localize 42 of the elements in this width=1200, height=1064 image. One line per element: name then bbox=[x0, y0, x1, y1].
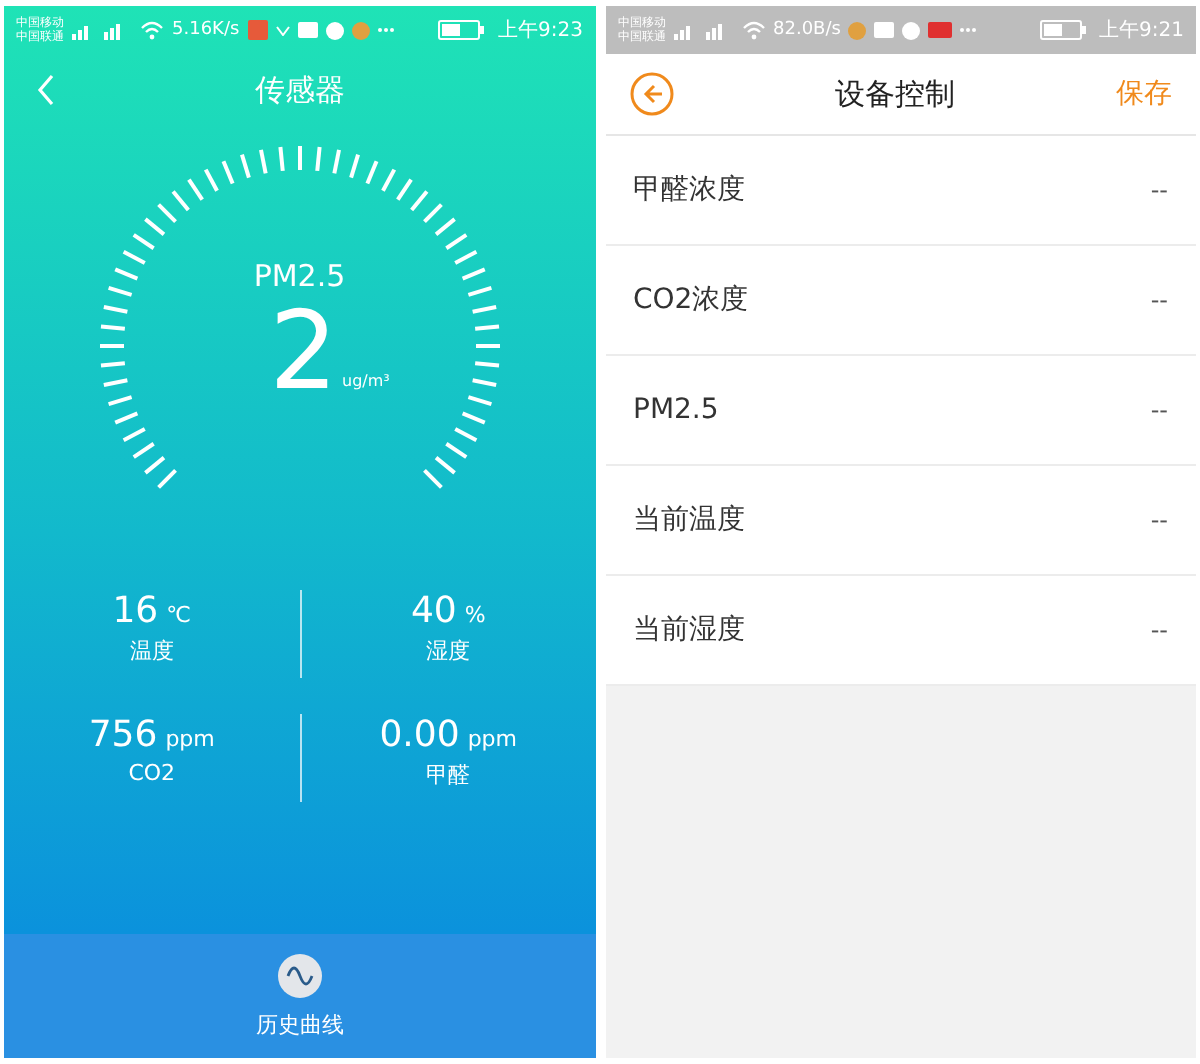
row-label: CO2浓度 bbox=[633, 282, 749, 318]
row-label: 当前湿度 bbox=[633, 612, 745, 648]
history-button[interactable]: 历史曲线 bbox=[4, 934, 595, 1058]
wifi-icon bbox=[741, 20, 765, 40]
screen-title: 设备控制 bbox=[832, 75, 957, 113]
reading-value: 756 bbox=[88, 714, 158, 756]
reading-unit: ℃ bbox=[166, 602, 191, 628]
row-value: -- bbox=[1150, 176, 1168, 204]
row-label: PM2.5 bbox=[633, 394, 719, 426]
reading-label: CO2 bbox=[128, 760, 176, 786]
app-notification-icon bbox=[351, 21, 370, 39]
save-button[interactable]: 保存 bbox=[1116, 76, 1172, 112]
reading-unit: ppm bbox=[165, 726, 215, 752]
reading-value: 40 bbox=[410, 590, 457, 632]
status-time: 上午9:23 bbox=[498, 17, 583, 44]
reading-label: 温度 bbox=[129, 636, 174, 666]
reading-label: 甲醛 bbox=[426, 760, 471, 790]
reading-unit: ppm bbox=[467, 726, 517, 752]
row-value: -- bbox=[1150, 616, 1168, 644]
reading-unit: % bbox=[464, 602, 486, 628]
gauge-unit: ug/m³ bbox=[342, 372, 390, 390]
row-value: -- bbox=[1150, 396, 1168, 424]
network-speed: 82.0B/s bbox=[773, 20, 841, 40]
gauge-value: 2 bbox=[269, 294, 338, 410]
gauge-label: PM2.5 bbox=[253, 258, 346, 294]
reading-label: 湿度 bbox=[426, 636, 471, 666]
screen-title: 传感器 bbox=[254, 71, 345, 109]
wave-icon bbox=[277, 953, 322, 997]
row-value: -- bbox=[1150, 286, 1168, 314]
wifi-icon bbox=[140, 20, 164, 40]
app-notification-icon bbox=[928, 22, 953, 38]
reading-value: 0.00 bbox=[379, 714, 460, 756]
reading-value: 16 bbox=[112, 590, 159, 632]
app-notification-icon bbox=[848, 21, 867, 39]
status-time: 上午9:21 bbox=[1099, 17, 1184, 44]
app-notification-icon bbox=[247, 20, 268, 40]
back-icon[interactable] bbox=[629, 72, 673, 116]
network-speed: 5.16K/s bbox=[172, 20, 240, 40]
row-label: 当前温度 bbox=[633, 502, 745, 538]
battery-icon bbox=[1039, 20, 1092, 40]
row-value: -- bbox=[1150, 506, 1168, 534]
row-label: 甲醛浓度 bbox=[633, 172, 745, 208]
